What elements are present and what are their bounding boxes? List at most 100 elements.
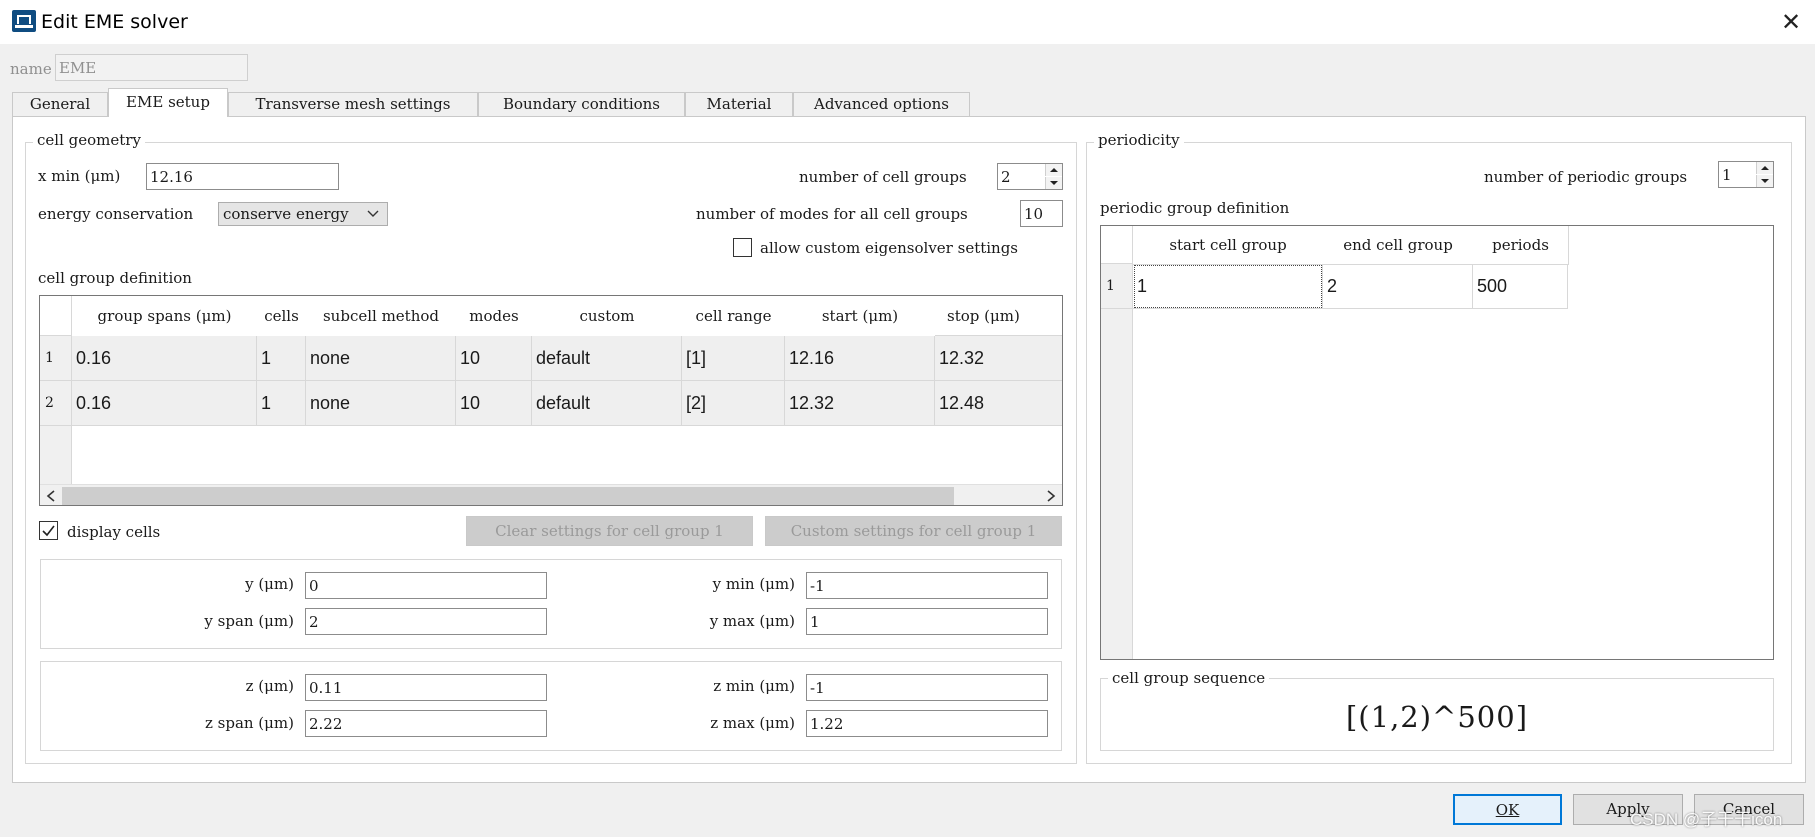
name-field[interactable]: EME — [55, 54, 248, 81]
x-min-input[interactable]: 12.16 — [146, 163, 339, 190]
cell-group-spans[interactable]: 0.16 — [72, 336, 257, 381]
z-min-input[interactable]: -1 — [806, 674, 1048, 701]
num-modes-label: number of modes for all cell groups — [696, 205, 968, 223]
watermark-text: CSDN @子干干icon — [1630, 810, 1783, 829]
table-corner — [40, 296, 72, 336]
cell-group-definition-label: cell group definition — [38, 269, 192, 287]
periodic-group-table[interactable]: start cell group end cell group periods … — [1100, 225, 1774, 660]
z-span-input[interactable]: 2.22 — [305, 710, 547, 737]
y-input[interactable]: 0 — [305, 572, 547, 599]
cell-cell-range[interactable]: [2] — [682, 381, 785, 426]
y-label: y (μm) — [245, 575, 294, 593]
y-min-label: y min (μm) — [712, 575, 795, 593]
cell-start[interactable]: 12.16 — [785, 336, 935, 381]
window-title: Edit EME solver — [41, 11, 188, 33]
cell-cell-range[interactable]: [1] — [682, 336, 785, 381]
z-label: z (μm) — [245, 677, 294, 695]
cell-start-cell-group[interactable]: 1 — [1133, 264, 1323, 309]
spin-up-icon[interactable] — [1756, 162, 1773, 174]
ok-button[interactable]: OK — [1453, 794, 1562, 825]
tab-transverse-mesh-settings[interactable]: Transverse mesh settings — [228, 92, 478, 116]
tab-eme-setup[interactable]: EME setup — [108, 88, 228, 117]
table-corner — [1101, 226, 1133, 264]
row-header-1[interactable]: 1 — [40, 336, 72, 381]
y-span-input[interactable]: 2 — [305, 608, 547, 635]
column-header-stop[interactable]: stop (μm) — [935, 296, 1062, 336]
cell-modes[interactable]: 10 — [456, 381, 532, 426]
row-header-1[interactable]: 1 — [1101, 264, 1133, 309]
cell-custom[interactable]: default — [532, 381, 682, 426]
column-header-start-cell-group[interactable]: start cell group — [1133, 226, 1324, 265]
num-periodic-groups-value: 1 — [1722, 166, 1732, 184]
cell-custom[interactable]: default — [532, 336, 682, 381]
periodic-group-definition-label: periodic group definition — [1100, 199, 1290, 217]
checkmark-icon — [42, 525, 55, 537]
z-max-label: z max (μm) — [710, 714, 795, 732]
cell-group-sequence-title: cell group sequence — [1108, 669, 1270, 687]
num-cell-groups-value: 2 — [1001, 168, 1011, 186]
column-header-modes[interactable]: modes — [456, 296, 533, 337]
energy-conservation-value: conserve energy — [223, 205, 349, 223]
scroll-left-icon[interactable] — [46, 490, 56, 502]
column-header-end-cell-group[interactable]: end cell group — [1323, 226, 1474, 265]
ok-button-label: OK — [1495, 801, 1520, 819]
spin-down-icon[interactable] — [1756, 175, 1773, 187]
num-periodic-groups-label: number of periodic groups — [1484, 168, 1688, 186]
column-header-start[interactable]: start (μm) — [785, 296, 936, 337]
num-modes-input[interactable]: 10 — [1020, 200, 1063, 227]
num-periodic-groups-spinbox[interactable]: 1 — [1718, 161, 1774, 188]
scroll-right-icon[interactable] — [1046, 490, 1056, 502]
energy-conservation-label: energy conservation — [38, 205, 194, 223]
cell-start[interactable]: 12.32 — [785, 381, 935, 426]
spin-down-icon[interactable] — [1045, 177, 1062, 189]
tab-general[interactable]: General — [12, 92, 108, 116]
row-header-filler — [1101, 309, 1133, 659]
allow-custom-eigensolver-label: allow custom eigensolver settings — [760, 239, 1019, 257]
tab-advanced-options[interactable]: Advanced options — [793, 92, 970, 116]
row-header-2[interactable]: 2 — [40, 381, 72, 426]
column-header-periods[interactable]: periods — [1473, 226, 1569, 265]
close-icon[interactable]: ✕ — [1775, 6, 1807, 38]
y-min-input[interactable]: -1 — [806, 572, 1048, 599]
z-max-input[interactable]: 1.22 — [806, 710, 1048, 737]
column-header-cells[interactable]: cells — [257, 296, 307, 337]
energy-conservation-select[interactable]: conserve energy — [218, 202, 388, 226]
horizontal-scrollbar[interactable] — [40, 484, 1062, 505]
cell-cells[interactable]: 1 — [257, 381, 306, 426]
display-cells-label: display cells — [67, 523, 161, 541]
cell-group-table[interactable]: group spans (μm) cells subcell method mo… — [39, 295, 1063, 506]
cell-subcell-method[interactable]: none — [306, 381, 456, 426]
num-cell-groups-spinbox[interactable]: 2 — [997, 163, 1063, 190]
tab-material[interactable]: Material — [685, 92, 793, 116]
allow-custom-eigensolver-checkbox[interactable] — [733, 238, 752, 257]
column-header-custom[interactable]: custom — [532, 296, 683, 337]
column-header-subcell-method[interactable]: subcell method — [306, 296, 457, 337]
cell-cells[interactable]: 1 — [257, 336, 306, 381]
name-label: name — [10, 60, 52, 78]
cell-end-cell-group[interactable]: 2 — [1323, 264, 1473, 309]
scrollbar-thumb[interactable] — [62, 487, 954, 505]
periodicity-title: periodicity — [1094, 131, 1184, 149]
title-bar — [0, 0, 1815, 44]
cell-subcell-method[interactable]: none — [306, 336, 456, 381]
cell-stop[interactable]: 12.32 — [935, 336, 1062, 381]
y-max-label: y max (μm) — [709, 612, 795, 630]
custom-settings-button[interactable]: Custom settings for cell group 1 — [765, 516, 1062, 546]
tab-boundary-conditions[interactable]: Boundary conditions — [478, 92, 685, 116]
cell-group-spans[interactable]: 0.16 — [72, 381, 257, 426]
chevron-down-icon — [367, 210, 379, 217]
y-max-input[interactable]: 1 — [806, 608, 1048, 635]
z-min-label: z min (μm) — [713, 677, 795, 695]
column-header-group-spans[interactable]: group spans (μm) — [72, 296, 258, 337]
display-cells-checkbox[interactable] — [39, 521, 58, 540]
spin-up-icon[interactable] — [1045, 164, 1062, 176]
cell-periods[interactable]: 500 — [1473, 264, 1568, 309]
z-input[interactable]: 0.11 — [305, 674, 547, 701]
column-header-cell-range[interactable]: cell range — [682, 296, 786, 337]
z-span-label: z span (μm) — [204, 714, 294, 732]
cell-modes[interactable]: 10 — [456, 336, 532, 381]
clear-settings-button[interactable]: Clear settings for cell group 1 — [466, 516, 753, 546]
cell-stop[interactable]: 12.48 — [935, 381, 1062, 426]
cell-group-sequence-value: [(1,2)^500] — [1345, 700, 1529, 734]
app-window-icon — [12, 10, 36, 32]
